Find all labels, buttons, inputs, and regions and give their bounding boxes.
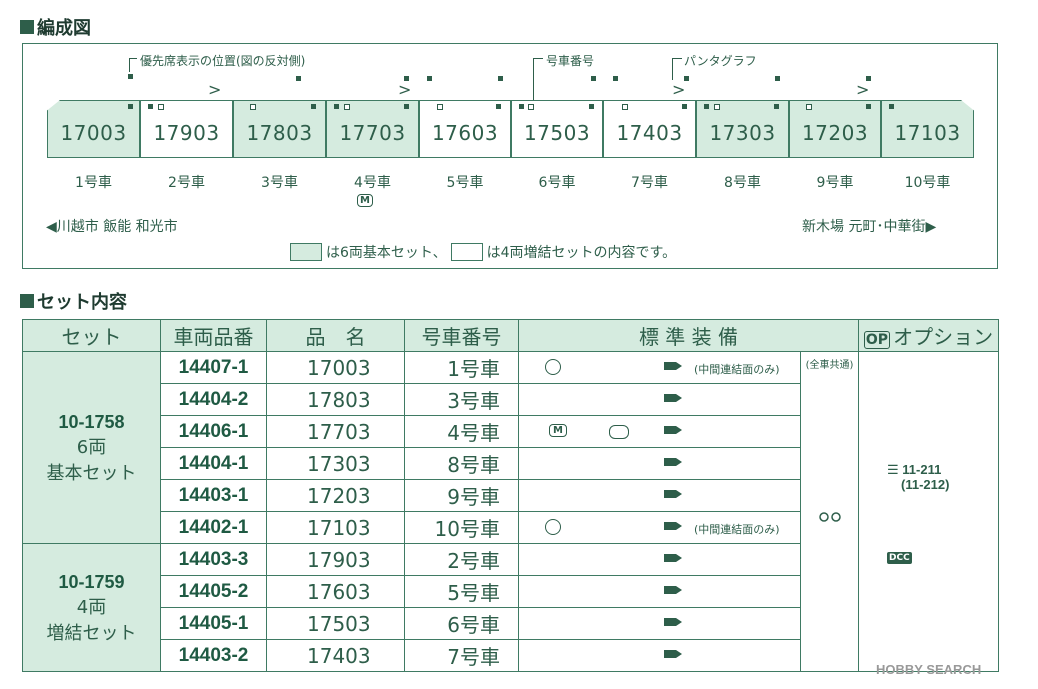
flywheel-icon bbox=[609, 425, 629, 439]
car-label: 2号車 bbox=[168, 175, 205, 191]
coupler-icon bbox=[664, 647, 686, 661]
direction-left: ◀川越市 飯能 和光市 bbox=[46, 219, 178, 235]
motor-icon: M bbox=[357, 194, 373, 207]
formation-title-text: 編成図 bbox=[37, 18, 91, 39]
pantograph-icon: > bbox=[398, 80, 412, 99]
car-label: 7号車 bbox=[631, 175, 668, 191]
car-label: 6号車 bbox=[538, 175, 576, 191]
op-icon: OP bbox=[863, 331, 891, 349]
header-set: セット bbox=[22, 319, 161, 352]
headlight-icon bbox=[545, 519, 561, 535]
legend-basic-text: は6両基本セット、 bbox=[326, 245, 447, 261]
square-bullet-icon bbox=[20, 20, 34, 34]
header-code: 車両品番 bbox=[160, 319, 267, 352]
car-label: 9号車 bbox=[816, 175, 854, 191]
table-header-row: セット 車両品番 品 名 号車番号 標 準 装 備 OP オプション bbox=[22, 319, 999, 352]
coupler-icon bbox=[664, 391, 686, 405]
legend: は6両基本セット、 は4両増結セットの内容です。 bbox=[290, 242, 676, 262]
car-1: 17003 bbox=[47, 100, 140, 158]
legend-add-text: は4両増結セットの内容です。 bbox=[486, 245, 677, 261]
square-bullet-icon bbox=[20, 294, 34, 308]
formation-title: 編成図 bbox=[20, 14, 91, 40]
set-contents-title: セット内容 bbox=[20, 288, 127, 314]
set-contents-table: セット 車両品番 品 名 号車番号 標 準 装 備 OP オプション 10-175… bbox=[22, 319, 999, 672]
coupler-icon bbox=[664, 359, 686, 373]
header-carno: 号車番号 bbox=[404, 319, 519, 352]
coupler-icon bbox=[664, 615, 686, 629]
pantograph-icon: > bbox=[672, 80, 686, 99]
coupler-icon bbox=[664, 551, 686, 565]
priority-seat-callout: 優先席表示の位置(図の反対側) bbox=[140, 54, 306, 68]
motor-icon: M bbox=[549, 424, 567, 437]
header-option: OP オプション bbox=[858, 319, 999, 352]
common-equipment: (全車共通) bbox=[800, 351, 859, 672]
pantograph-icon: > bbox=[208, 80, 222, 99]
pantograph-icon: > bbox=[856, 80, 870, 99]
room-light-icon: ☰ bbox=[887, 462, 899, 477]
header-equipment: 標 準 装 備 bbox=[518, 319, 859, 352]
watermark: HOBBY SEARCH bbox=[876, 662, 982, 677]
coupler-icon bbox=[664, 423, 686, 437]
car-2: 17903 bbox=[140, 100, 233, 158]
car-label: 3号車 bbox=[261, 175, 298, 191]
table-row: 10-1758 6両 基本セット 14407-1 17003 1号車 (中間連結… bbox=[22, 351, 999, 672]
coupler-icon bbox=[664, 583, 686, 597]
car-label: 5号車 bbox=[446, 175, 484, 191]
car-label: 10号車 bbox=[904, 175, 951, 191]
car-label: 8号車 bbox=[724, 175, 761, 191]
legend-basic-swatch bbox=[290, 243, 322, 261]
option-cell: ☰ 11-211 (11-212) DCC bbox=[858, 351, 999, 672]
dcc-icon: DCC bbox=[887, 552, 912, 564]
header-name: 品 名 bbox=[266, 319, 405, 352]
coupler-icon bbox=[664, 519, 686, 533]
wheel-icon bbox=[819, 512, 841, 522]
set-cell-add: 10-1759 4両 増結セット bbox=[22, 543, 161, 672]
direction-right: 新木場 元町･中華街▶ bbox=[802, 219, 937, 235]
coupler-icon bbox=[664, 455, 686, 469]
set-cell-basic: 10-1758 6両 基本セット bbox=[22, 351, 161, 544]
car-label: 4号車 bbox=[354, 175, 391, 191]
car-10: 17103 bbox=[881, 100, 974, 158]
set-contents-title-text: セット内容 bbox=[37, 292, 127, 313]
legend-add-swatch bbox=[450, 243, 483, 261]
pantograph-callout: パンタグラフ bbox=[684, 54, 757, 68]
headlight-icon bbox=[545, 359, 561, 375]
car-label: 1号車 bbox=[75, 175, 112, 191]
coupler-icon bbox=[664, 487, 686, 501]
car-number-callout: 号車番号 bbox=[546, 54, 595, 68]
